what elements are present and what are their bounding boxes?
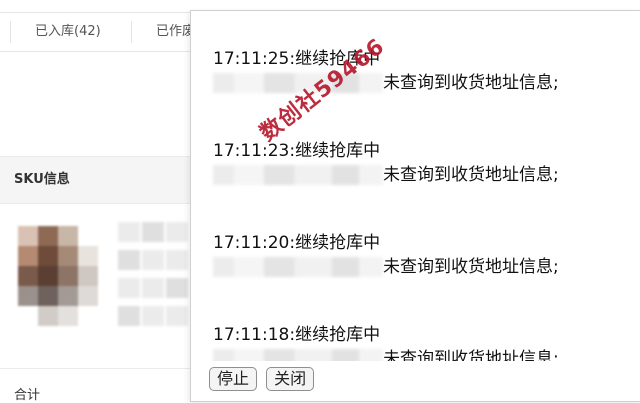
- redacted-text: [213, 349, 383, 361]
- log-message: 未查询到收货地址信息;: [383, 257, 559, 277]
- total-divider: [0, 368, 192, 369]
- sku-info-header: SKU信息: [0, 156, 192, 204]
- total-label: 合计: [14, 388, 41, 403]
- log-time-line: 17:11:25:继续抢库中: [213, 49, 381, 69]
- log-message: 未查询到收货地址信息;: [383, 349, 559, 361]
- redacted-sku-details: [118, 222, 188, 332]
- close-button[interactable]: 关闭: [266, 367, 315, 391]
- status-tab-bar: 已入库(42) 已作废: [0, 12, 200, 52]
- log-entry: 17:11:20:继续抢库中 未查询到收货地址信息;: [213, 231, 633, 279]
- log-time-line: 17:11:20:继续抢库中: [213, 233, 381, 253]
- redacted-text: [213, 257, 383, 277]
- tab-divider: [131, 21, 132, 43]
- log-entry: 17:11:18:继续抢库中 未查询到收货地址信息;: [213, 323, 633, 361]
- tab-in-stock[interactable]: 已入库(42): [35, 13, 101, 51]
- log-message: 未查询到收货地址信息;: [383, 165, 559, 185]
- stop-button[interactable]: 停止: [209, 367, 258, 391]
- log-entry: 17:11:25:继续抢库中 未查询到收货地址信息;: [213, 47, 633, 95]
- log-entry: 17:11:23:继续抢库中 未查询到收货地址信息;: [213, 139, 633, 187]
- dialog-button-row: 停止 关闭: [209, 367, 318, 393]
- log-message: 未查询到收货地址信息;: [383, 73, 559, 93]
- tab-divider: [10, 21, 11, 43]
- redacted-text: [213, 165, 383, 185]
- log-scroll-area[interactable]: 17:11:25:继续抢库中 未查询到收货地址信息; 17:11:23:继续抢库…: [191, 11, 640, 361]
- log-time-line: 17:11:18:继续抢库中: [213, 325, 381, 345]
- product-thumbnail: [18, 226, 100, 326]
- grab-log-dialog: 17:11:25:继续抢库中 未查询到收货地址信息; 17:11:23:继续抢库…: [190, 10, 640, 402]
